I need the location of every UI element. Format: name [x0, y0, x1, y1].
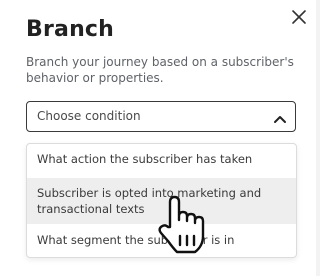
- condition-option-action[interactable]: What action the subscriber has taken: [27, 151, 296, 177]
- chevron-up-icon: [273, 110, 287, 123]
- condition-select-value: Choose condition: [37, 109, 141, 123]
- close-icon[interactable]: [288, 8, 310, 26]
- panel-title: Branch: [26, 17, 115, 42]
- panel-description: Branch your journey based on a subscribe…: [26, 55, 294, 85]
- hand-pointer-icon: [156, 194, 208, 256]
- branch-panel: Branch Branch your journey based on a su…: [0, 0, 316, 276]
- condition-select[interactable]: Choose condition: [26, 101, 296, 132]
